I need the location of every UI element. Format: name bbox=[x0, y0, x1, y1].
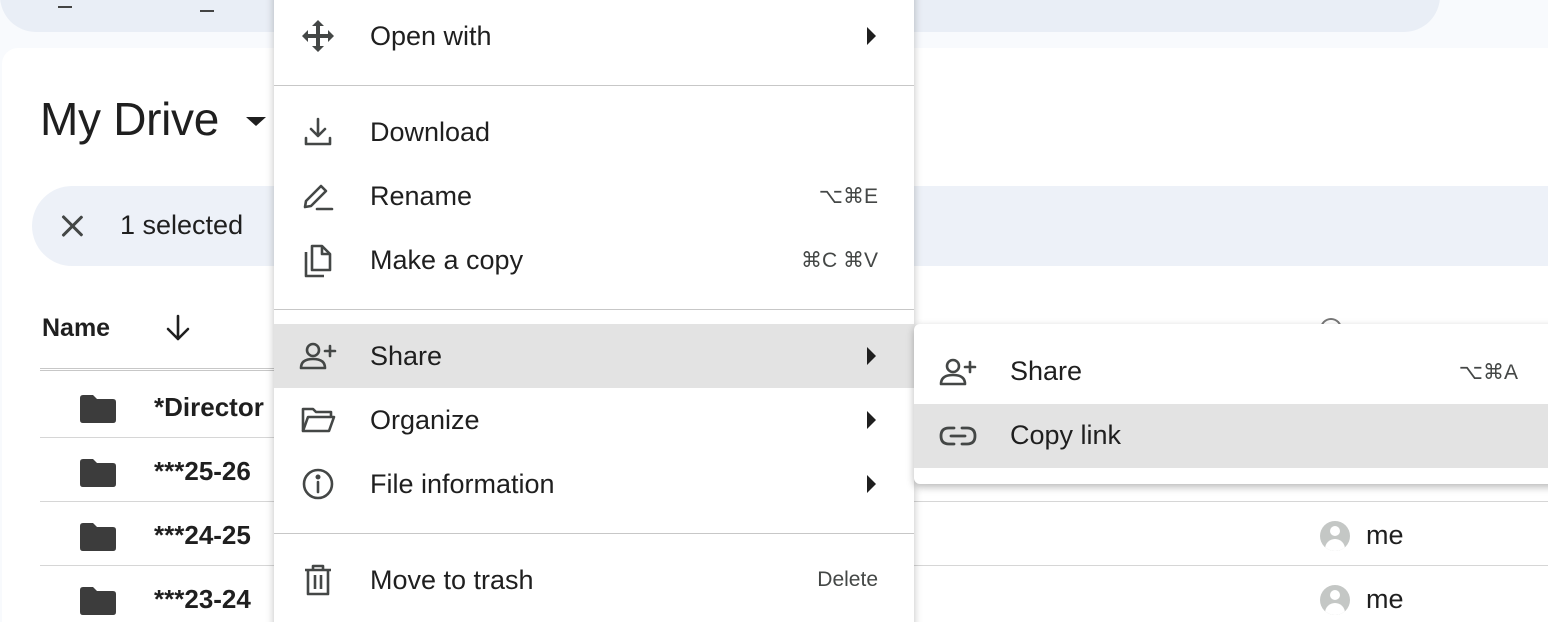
pencil-icon bbox=[298, 178, 338, 214]
trash-icon bbox=[298, 562, 338, 598]
menu-item-download[interactable]: Download bbox=[274, 100, 914, 164]
file-name: ***25-26 bbox=[154, 456, 251, 486]
owner-name: me bbox=[1366, 584, 1404, 614]
menu-item-label: Make a copy bbox=[370, 244, 524, 275]
clear-selection-button[interactable] bbox=[56, 206, 88, 246]
person-add-icon bbox=[298, 338, 338, 374]
context-menu: Open with Download Rename ⌥⌘E Make a cop… bbox=[274, 0, 914, 622]
menu-item-label: File information bbox=[370, 468, 555, 499]
menu-item-label: Open with bbox=[370, 20, 492, 51]
menu-item-open-with[interactable]: Open with bbox=[274, 4, 914, 68]
menu-item-label: Download bbox=[370, 116, 491, 147]
submenu-item-copy-link[interactable]: Copy link bbox=[914, 404, 1548, 468]
submenu-arrow-icon bbox=[867, 347, 876, 365]
file-name: ***23-24 bbox=[154, 584, 251, 614]
menu-item-label: Rename bbox=[370, 180, 473, 211]
submenu-item-label: Share bbox=[1010, 356, 1083, 386]
person-add-icon bbox=[938, 354, 978, 390]
menu-item-file-information[interactable]: File information bbox=[274, 452, 914, 516]
caret-down-icon[interactable] bbox=[246, 117, 266, 126]
menu-divider bbox=[274, 85, 914, 86]
copy-icon bbox=[298, 242, 338, 278]
menu-divider bbox=[274, 309, 914, 310]
download-icon bbox=[298, 114, 338, 150]
menu-item-share[interactable]: Share bbox=[274, 324, 914, 388]
submenu-item-share[interactable]: Share ⌥⌘A bbox=[914, 340, 1548, 404]
menu-item-rename[interactable]: Rename ⌥⌘E bbox=[274, 164, 914, 228]
file-name: ***24-25 bbox=[154, 520, 251, 550]
chevron-down-icon bbox=[58, 0, 72, 8]
shortcut-label: ⌥⌘A bbox=[1458, 361, 1518, 384]
info-icon bbox=[298, 466, 338, 502]
menu-item-label: Move to trash bbox=[370, 564, 534, 595]
submenu-arrow-icon bbox=[867, 27, 876, 45]
shortcut-label: ⌥⌘E bbox=[818, 184, 878, 208]
owner-name: me bbox=[1366, 520, 1404, 550]
menu-divider bbox=[274, 533, 914, 534]
folder-icon bbox=[78, 394, 118, 424]
sort-arrow-down-icon[interactable] bbox=[162, 312, 194, 344]
link-icon bbox=[938, 418, 978, 454]
submenu-arrow-icon bbox=[867, 475, 876, 493]
folder-icon bbox=[78, 522, 118, 552]
owner-cell: me bbox=[1320, 520, 1404, 551]
selection-count: 1 selected bbox=[120, 210, 244, 240]
file-name: *Director bbox=[154, 392, 264, 422]
menu-item-label: Organize bbox=[370, 404, 480, 435]
menu-item-make-copy[interactable]: Make a copy ⌘C ⌘V bbox=[274, 228, 914, 292]
menu-item-label: Share bbox=[370, 340, 443, 371]
avatar bbox=[1320, 520, 1350, 551]
submenu-item-label: Copy link bbox=[1010, 420, 1122, 450]
page-title[interactable]: My Drive bbox=[40, 92, 219, 146]
submenu-arrow-icon bbox=[867, 411, 876, 429]
folder-icon bbox=[78, 458, 118, 488]
column-header-name[interactable]: Name bbox=[42, 314, 110, 343]
move-arrows-icon bbox=[298, 18, 338, 54]
text-cursor bbox=[200, 10, 214, 12]
owner-cell: me bbox=[1320, 584, 1404, 615]
avatar bbox=[1320, 584, 1350, 615]
menu-item-move-to-trash[interactable]: Move to trash Delete bbox=[274, 548, 914, 612]
folder-icon bbox=[78, 586, 118, 616]
share-submenu: Share ⌥⌘A Copy link bbox=[914, 324, 1548, 484]
folder-open-icon bbox=[298, 402, 338, 438]
shortcut-label: Delete bbox=[817, 568, 878, 591]
menu-item-organize[interactable]: Organize bbox=[274, 388, 914, 452]
shortcut-label: ⌘C ⌘V bbox=[800, 248, 878, 272]
